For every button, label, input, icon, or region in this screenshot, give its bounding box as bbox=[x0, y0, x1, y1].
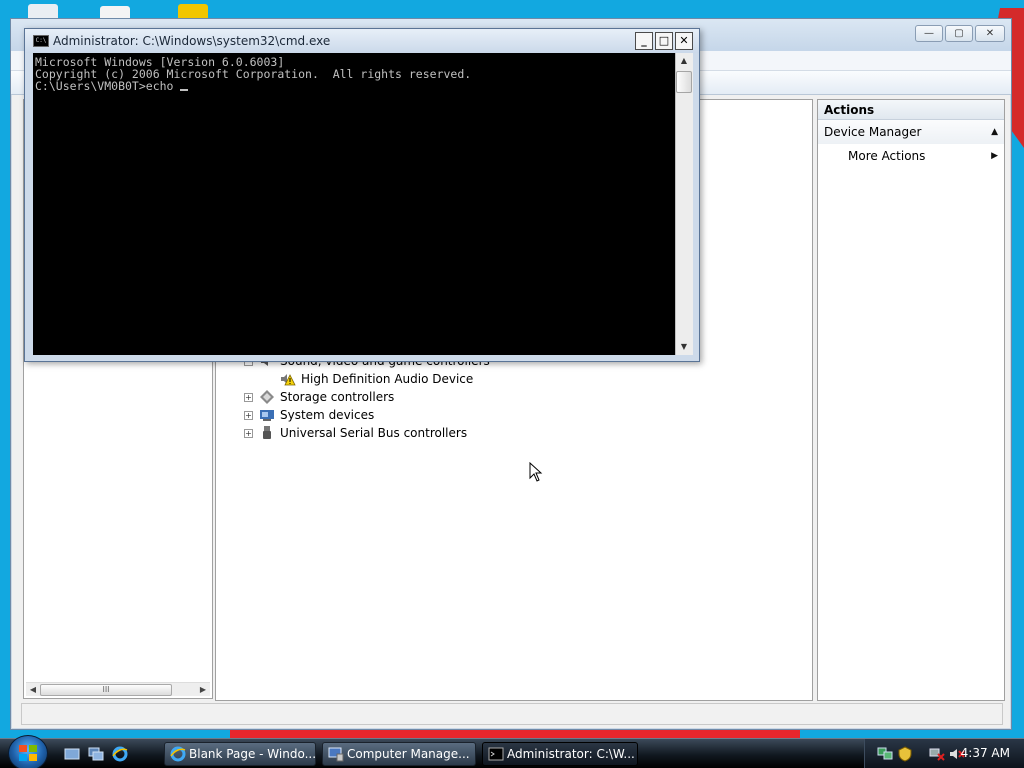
cmd-window-title: Administrator: C:\Windows\system32\cmd.e… bbox=[53, 34, 331, 48]
cmd-minimize-button[interactable]: _ bbox=[635, 32, 653, 50]
tree-item-system-devices[interactable]: + System devices bbox=[244, 406, 374, 424]
text-cursor bbox=[180, 89, 189, 91]
usb-icon bbox=[263, 426, 271, 439]
scroll-down-arrow-icon[interactable]: ▼ bbox=[676, 339, 692, 355]
tree-item-usb[interactable]: + Universal Serial Bus controllers bbox=[244, 424, 467, 442]
tree-label: High Definition Audio Device bbox=[301, 372, 474, 386]
actions-group-device-manager[interactable]: Device Manager ▲ bbox=[818, 120, 1004, 144]
cmd-icon bbox=[488, 747, 504, 761]
scroll-up-arrow-icon[interactable]: ▲ bbox=[676, 53, 692, 69]
tree-item-hd-audio[interactable]: High Definition Audio Device bbox=[280, 370, 473, 388]
switch-windows-icon[interactable] bbox=[88, 746, 104, 762]
scroll-left-arrow-icon[interactable]: ◀ bbox=[26, 685, 40, 694]
collapse-up-icon[interactable]: ▲ bbox=[991, 120, 998, 144]
expand-icon[interactable]: + bbox=[244, 392, 253, 402]
cm-maximize-button[interactable]: ▢ bbox=[945, 25, 973, 42]
scroll-thumb[interactable]: III bbox=[40, 683, 172, 696]
cmd-window: C:\ Administrator: C:\Windows\system32\c… bbox=[24, 28, 700, 362]
cm-close-button[interactable]: ✕ bbox=[975, 25, 1005, 42]
taskbar-button-cmd[interactable]: Administrator: C:\W... bbox=[482, 742, 638, 766]
console-prompt-line: C:\Users\VM0B0T>echo bbox=[35, 79, 181, 93]
cmd-console-output[interactable]: Microsoft Windows [Version 6.0.6003] Copy… bbox=[33, 53, 675, 355]
status-bar bbox=[21, 703, 1003, 725]
storage-controller-icon bbox=[260, 390, 274, 404]
expand-icon[interactable]: + bbox=[244, 428, 253, 438]
system-devices-icon bbox=[260, 410, 274, 421]
taskbar-button-label: Administrator: C:\W... bbox=[507, 747, 635, 761]
show-desktop-icon[interactable] bbox=[64, 746, 80, 762]
cmd-maximize-button[interactable]: □ bbox=[655, 32, 673, 50]
network-icon[interactable] bbox=[877, 746, 893, 762]
tree-item-storage[interactable]: + Storage controllers bbox=[244, 388, 394, 406]
taskbar: Blank Page - Windo... Computer Manage...… bbox=[0, 735, 1024, 768]
tree-label: Storage controllers bbox=[280, 390, 395, 404]
expand-icon[interactable]: + bbox=[244, 410, 253, 420]
clock[interactable]: 4:37 AM bbox=[961, 746, 1010, 760]
actions-pane: Actions Device Manager ▲ More Actions ▶ bbox=[817, 99, 1005, 701]
scroll-right-arrow-icon[interactable]: ▶ bbox=[196, 685, 210, 694]
network-disconnected-icon[interactable] bbox=[929, 746, 945, 762]
taskbar-button-computer-management[interactable]: Computer Manage... bbox=[322, 742, 476, 766]
taskbar-button-internet-explorer[interactable]: Blank Page - Windo... bbox=[164, 742, 316, 766]
tree-label: System devices bbox=[280, 408, 375, 422]
cm-minimize-button[interactable]: — bbox=[915, 25, 943, 42]
computer-management-icon bbox=[328, 747, 344, 762]
actions-header: Actions bbox=[818, 100, 1004, 120]
ie-icon bbox=[170, 746, 186, 762]
ie-icon[interactable] bbox=[112, 746, 128, 762]
cmd-app-icon[interactable]: C:\ bbox=[33, 35, 49, 47]
system-tray: 4:37 AM bbox=[864, 739, 1024, 768]
start-button[interactable] bbox=[8, 735, 48, 768]
cmd-vertical-scrollbar[interactable]: ▲ ▼ bbox=[675, 53, 693, 355]
actions-group-label: Device Manager bbox=[824, 125, 922, 139]
cmd-close-button[interactable]: ✕ bbox=[675, 32, 693, 50]
cmd-titlebar[interactable]: C:\ Administrator: C:\Windows\system32\c… bbox=[25, 29, 699, 53]
tree-horizontal-scrollbar[interactable]: ◀ III ▶ bbox=[26, 682, 210, 696]
mouse-pointer-icon bbox=[529, 462, 543, 482]
tree-label: Universal Serial Bus controllers bbox=[280, 426, 468, 440]
action-label: More Actions bbox=[848, 149, 926, 163]
scroll-thumb[interactable] bbox=[676, 71, 692, 93]
submenu-arrow-icon: ▶ bbox=[991, 151, 998, 161]
taskbar-button-label: Computer Manage... bbox=[347, 747, 470, 761]
windows-logo-icon bbox=[19, 745, 37, 761]
taskbar-button-label: Blank Page - Windo... bbox=[189, 747, 316, 761]
security-icon[interactable] bbox=[897, 746, 913, 762]
action-more-actions[interactable]: More Actions ▶ bbox=[818, 144, 1004, 168]
warning-audio-device-icon bbox=[281, 374, 296, 386]
